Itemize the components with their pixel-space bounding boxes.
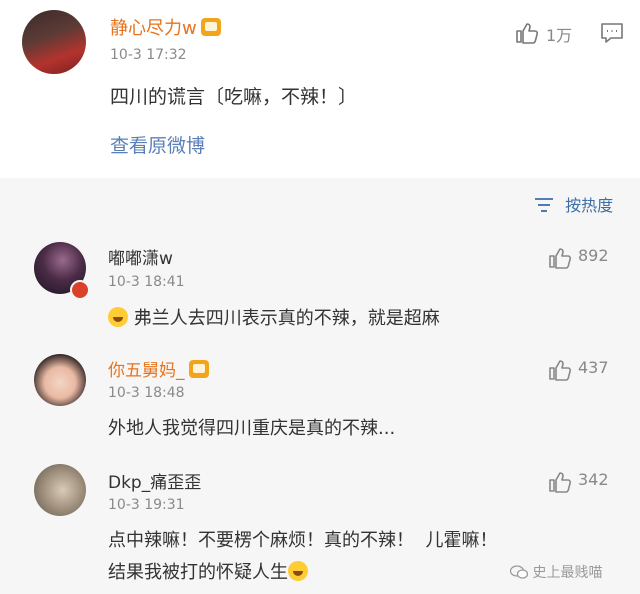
post-author-name-row: 静心尽力w	[110, 14, 221, 40]
comment-avatar[interactable]	[34, 354, 86, 406]
sort-button[interactable]: 按热度	[534, 192, 613, 216]
comment-username[interactable]: Dkp_痛歪歪	[108, 468, 201, 493]
comment-username[interactable]: 嘟嘟潇w	[108, 244, 173, 269]
laughing-emoji-icon	[108, 307, 128, 327]
comment-text: 弗兰人去四川表示真的不辣，就是超麻	[108, 304, 440, 330]
watermark-text: 史上最贱喵	[532, 565, 603, 581]
comment-text-line2: 结果我被打的怀疑人生	[108, 558, 308, 584]
comment-like-count: 437	[578, 358, 609, 377]
post-content: 四川的谎言〔吃嘛，不辣！〕	[110, 86, 358, 108]
thumbs-up-icon[interactable]	[548, 471, 572, 493]
comment-time: 10-3 18:41	[108, 274, 185, 290]
watermark: 史上最贱喵	[509, 562, 603, 582]
comment-username-row: 你五舅妈_	[108, 356, 209, 381]
comment-text-body: 弗兰人去四川表示真的不辣，就是超麻	[133, 308, 440, 329]
vip-crown-icon	[200, 18, 221, 36]
comment-like-count: 892	[578, 246, 609, 265]
comment-username[interactable]: 你五舅妈_	[108, 361, 185, 381]
sort-icon	[535, 198, 553, 212]
crying-emoji-icon	[288, 561, 308, 581]
comment-like-count: 342	[578, 470, 609, 489]
comments-feed: 按热度 嘟嘟潇w 10-3 18:41 892 弗兰人去四川表示真的不辣，就是超…	[0, 178, 640, 594]
thumbs-up-icon[interactable]	[548, 359, 572, 381]
sort-label: 按热度	[565, 196, 614, 215]
post-like-count: 1万	[546, 26, 573, 45]
comment-item: 你五舅妈_ 10-3 18:48 437 外地人我觉得四川重庆是真的不辣...	[0, 344, 640, 456]
comment-text-line1: 点中辣嘛！不要楞个麻烦！真的不辣！ 儿霍嘛！	[108, 530, 498, 551]
comment-time: 10-3 19:31	[108, 497, 185, 513]
comment-time: 10-3 18:48	[108, 385, 185, 401]
comment-avatar[interactable]	[34, 464, 86, 516]
thumbs-up-icon[interactable]	[548, 247, 572, 269]
post-author-avatar[interactable]	[22, 10, 86, 74]
thumbs-up-icon[interactable]	[515, 22, 539, 44]
post-time: 10-3 17:32	[110, 47, 187, 63]
comment-text: 外地人我觉得四川重庆是真的不辣...	[108, 418, 396, 439]
comment-text-body: 结果我被打的怀疑人生	[108, 562, 288, 583]
wechat-icon	[509, 565, 529, 579]
original-post: 静心尽力w 10-3 17:32 1万 四川的谎言〔吃嘛，不辣！〕 查看原微博	[0, 0, 640, 178]
view-original-link[interactable]: 查看原微博	[110, 131, 205, 158]
vip-crown-icon	[188, 360, 209, 378]
verified-badge-icon	[70, 280, 90, 300]
comment-item: Dkp_痛歪歪 10-3 19:31 342 点中辣嘛！不要楞个麻烦！真的不辣！…	[0, 456, 640, 594]
comment-icon[interactable]	[600, 22, 624, 44]
comment-item: 嘟嘟潇w 10-3 18:41 892 弗兰人去四川表示真的不辣，就是超麻	[0, 234, 640, 344]
post-author-name[interactable]: 静心尽力w	[110, 18, 197, 39]
